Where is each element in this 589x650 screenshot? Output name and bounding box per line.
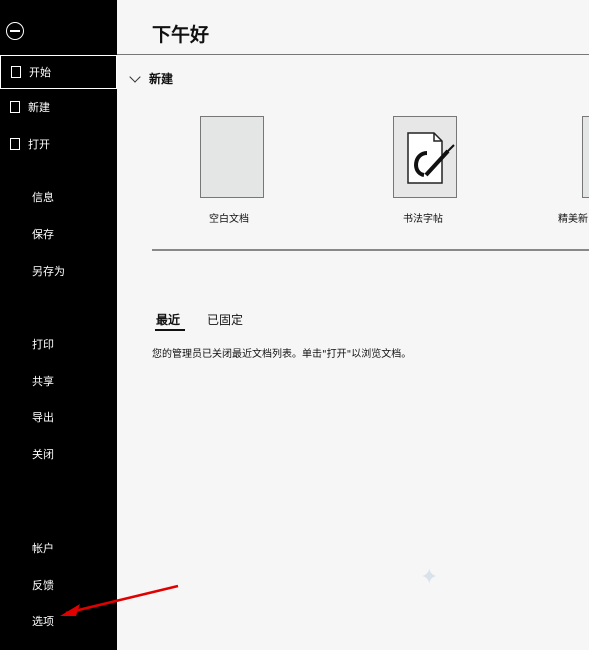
watermark-logo-icon: ✦	[420, 565, 439, 590]
annotation-arrow-icon	[60, 584, 179, 616]
